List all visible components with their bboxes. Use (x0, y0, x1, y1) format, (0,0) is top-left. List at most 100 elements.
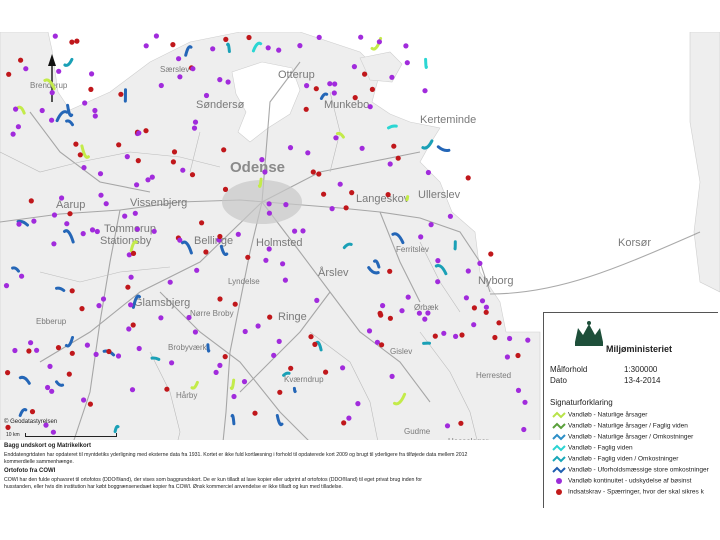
barrier-point[interactable] (97, 171, 104, 177)
barrier-point[interactable] (471, 322, 477, 328)
barrier-point[interactable] (507, 335, 513, 342)
barrier-point[interactable] (92, 113, 98, 119)
barrier-point[interactable] (192, 119, 199, 125)
stream-segment[interactable] (226, 42, 231, 53)
barrier-point[interactable] (124, 154, 130, 160)
barrier-point[interactable] (477, 260, 483, 266)
barrier-point[interactable] (366, 328, 373, 334)
barrier-point[interactable] (89, 227, 96, 233)
barrier-point[interactable] (56, 68, 62, 74)
barrier-point[interactable] (74, 38, 80, 44)
barrier-point[interactable] (391, 143, 397, 149)
barrier-point[interactable] (329, 206, 335, 212)
barrier-point[interactable] (73, 141, 79, 147)
barrier-point[interactable] (225, 79, 231, 85)
barrier-point[interactable] (153, 33, 159, 39)
barrier-point[interactable] (130, 322, 136, 328)
barrier-point[interactable] (369, 86, 375, 92)
barrier-point[interactable] (444, 423, 451, 429)
barrier-point[interactable] (465, 268, 471, 274)
barrier-point[interactable] (282, 277, 288, 283)
barrier-point[interactable] (385, 192, 391, 198)
barrier-point[interactable] (303, 106, 309, 112)
barrier-point[interactable] (190, 66, 196, 72)
barrier-point[interactable] (221, 147, 227, 153)
barrier-point[interactable] (217, 77, 223, 83)
barrier-point[interactable] (362, 71, 368, 77)
barrier-point[interactable] (203, 92, 210, 99)
barrier-point[interactable] (52, 33, 58, 39)
barrier-point[interactable] (483, 304, 489, 310)
barrier-point[interactable] (305, 150, 311, 156)
barrier-point[interactable] (300, 228, 306, 234)
barrier-point[interactable] (203, 249, 209, 255)
barrier-point[interactable] (29, 409, 36, 415)
barrier-point[interactable] (222, 186, 229, 192)
stream-segment[interactable] (405, 195, 410, 202)
barrier-point[interactable] (77, 152, 83, 158)
barrier-point[interactable] (199, 220, 205, 226)
barrier-point[interactable] (103, 201, 109, 207)
barrier-point[interactable] (276, 338, 282, 344)
barrier-point[interactable] (316, 34, 322, 40)
barrier-point[interactable] (351, 64, 357, 70)
barrier-point[interactable] (277, 389, 283, 395)
barrier-point[interactable] (304, 83, 310, 89)
barrier-point[interactable] (116, 142, 122, 148)
barrier-point[interactable] (177, 74, 183, 80)
barrier-point[interactable] (6, 71, 12, 77)
barrier-point[interactable] (458, 420, 464, 426)
barrier-point[interactable] (5, 370, 11, 376)
barrier-point[interactable] (49, 90, 55, 96)
barrier-point[interactable] (118, 91, 124, 97)
barrier-point[interactable] (283, 202, 289, 208)
barrier-point[interactable] (115, 353, 122, 359)
barrier-point[interactable] (128, 302, 134, 308)
barrier-point[interactable] (405, 294, 411, 300)
barrier-point[interactable] (387, 268, 393, 274)
barrier-point[interactable] (332, 81, 338, 87)
barrier-point[interactable] (337, 181, 343, 187)
barrier-point[interactable] (262, 169, 268, 175)
barrier-point[interactable] (380, 303, 386, 309)
barrier-point[interactable] (191, 125, 198, 131)
barrier-point[interactable] (333, 135, 339, 141)
barrier-point[interactable] (170, 42, 176, 48)
barrier-point[interactable] (522, 399, 528, 405)
barrier-point[interactable] (331, 90, 337, 96)
barrier-point[interactable] (5, 424, 11, 430)
barrier-point[interactable] (12, 347, 18, 354)
barrier-point[interactable] (340, 365, 346, 371)
barrier-point[interactable] (425, 310, 431, 316)
barrier-point[interactable] (100, 296, 107, 302)
barrier-point[interactable] (34, 347, 40, 353)
barrier-point[interactable] (134, 182, 140, 188)
barrier-point[interactable] (125, 284, 131, 290)
barrier-point[interactable] (151, 228, 157, 234)
barrier-point[interactable] (359, 145, 365, 151)
barrier-point[interactable] (81, 397, 87, 403)
barrier-point[interactable] (134, 226, 140, 232)
barrier-point[interactable] (321, 191, 327, 197)
barrier-point[interactable] (292, 228, 298, 234)
barrier-point[interactable] (130, 250, 137, 256)
barrier-point[interactable] (136, 130, 142, 136)
barrier-point[interactable] (327, 81, 333, 87)
barrier-point[interactable] (167, 279, 173, 285)
barrier-point[interactable] (3, 283, 10, 289)
barrier-point[interactable] (170, 159, 176, 165)
barrier-point[interactable] (132, 210, 138, 216)
barrier-point[interactable] (84, 342, 90, 348)
barrier-point[interactable] (18, 57, 24, 63)
barrier-point[interactable] (69, 288, 75, 294)
barrier-point[interactable] (13, 106, 19, 112)
barrier-point[interactable] (447, 213, 453, 219)
barrier-point[interactable] (316, 171, 322, 177)
barrier-point[interactable] (235, 231, 241, 237)
barrier-point[interactable] (149, 174, 155, 180)
barrier-point[interactable] (169, 360, 175, 366)
stream-segment[interactable] (424, 57, 428, 69)
barrier-point[interactable] (106, 348, 112, 355)
barrier-point[interactable] (23, 66, 29, 72)
barrier-point[interactable] (158, 82, 164, 89)
